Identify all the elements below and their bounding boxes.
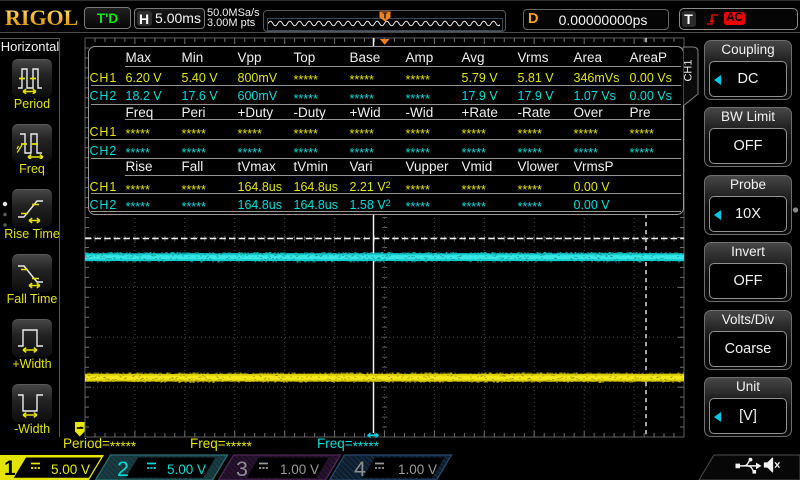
svg-text:T: T <box>382 11 388 21</box>
svg-text:CH1: CH1 <box>683 59 695 81</box>
